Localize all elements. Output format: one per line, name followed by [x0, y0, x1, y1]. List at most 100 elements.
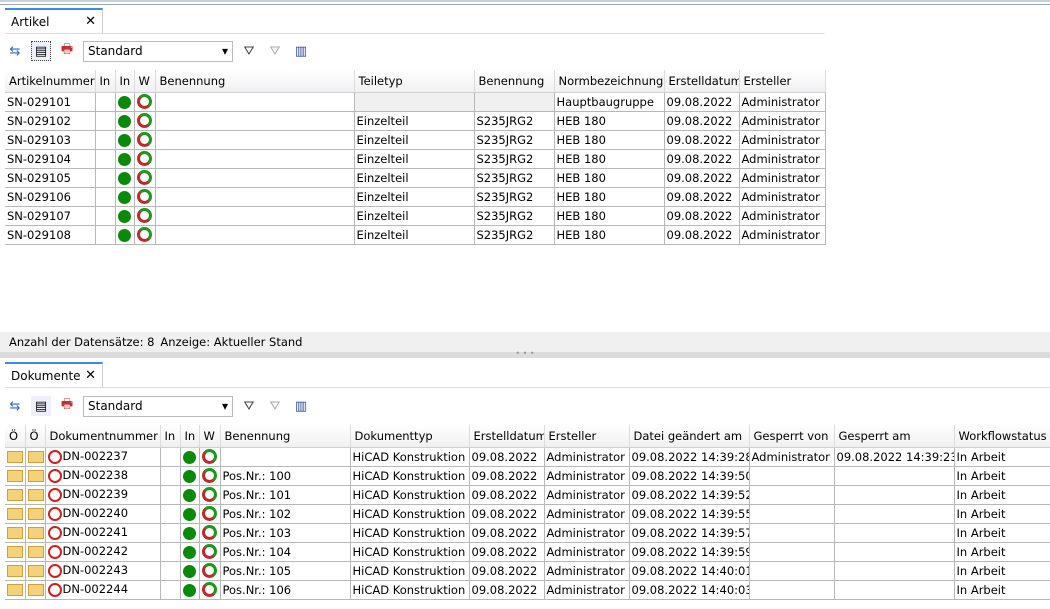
folder-icon[interactable]	[27, 508, 44, 520]
folder-icon[interactable]	[7, 527, 23, 539]
column-header[interactable]: Teiletyp	[354, 70, 475, 93]
column-header[interactable]: Ö	[5, 425, 26, 448]
table-cell: SN-029107	[5, 206, 96, 226]
status-green-icon	[182, 526, 196, 540]
clear-filter-icon[interactable]: ⛛	[265, 41, 285, 61]
cell-text: Administrator	[546, 544, 625, 559]
column-header[interactable]: Benennung	[155, 70, 355, 93]
column-header[interactable]: Dokumenttyp	[350, 425, 470, 448]
table-row[interactable]: DN-002237 HiCAD Konstruktion 09.08.2022 Adm…	[5, 447, 1050, 467]
column-header[interactable]: Normbezeichnung	[554, 70, 665, 93]
columns-icon[interactable]: ▥	[291, 41, 311, 61]
table-row[interactable]: DN-002239 Pos.Nr.: 101 HiCAD Konstruktion 0…	[5, 485, 1050, 505]
column-header[interactable]: W	[199, 425, 221, 448]
preview-icon[interactable]: ▤	[31, 396, 51, 416]
table-cell: Pos.Nr.: 106	[220, 580, 351, 600]
column-header[interactable]: In	[160, 425, 181, 448]
column-header[interactable]: Gesperrt von	[749, 425, 835, 448]
folder-icon[interactable]	[7, 451, 23, 463]
folder-icon[interactable]	[7, 565, 23, 577]
column-header[interactable]: Dokumentnummer	[45, 425, 161, 448]
folder-icon[interactable]	[27, 451, 44, 463]
refresh-icon[interactable]: ⇆	[5, 41, 25, 61]
table-row[interactable]: SN-029107 Einzelteil S235JRG2 HEB 180 09.08.…	[5, 206, 826, 226]
folder-icon[interactable]	[27, 546, 44, 558]
tab-artikel[interactable]: Artikel ✕	[5, 8, 103, 33]
folder-icon[interactable]	[7, 470, 23, 482]
column-header[interactable]: Datei geändert am	[629, 425, 750, 448]
column-header[interactable]: Workflowstatus	[954, 425, 1050, 448]
column-header[interactable]: In	[115, 70, 135, 93]
table-cell: 09.08.2022 14:39:59	[629, 542, 750, 562]
folder-icon[interactable]	[27, 470, 44, 482]
refresh-icon[interactable]: ⇆	[5, 396, 25, 416]
table-cell	[749, 504, 835, 524]
folder-icon[interactable]	[7, 546, 23, 558]
column-header[interactable]: Erstelldatum	[664, 70, 740, 93]
tab-dokumente[interactable]: Dokumente ✕	[5, 362, 103, 387]
column-header[interactable]: Gesperrt am	[834, 425, 955, 448]
table-cell: DN-002241	[45, 523, 161, 543]
column-header[interactable]: Ersteller	[739, 70, 826, 93]
table-row[interactable]: SN-029104 Einzelteil S235JRG2 HEB 180 09.08.…	[5, 149, 826, 169]
folder-icon[interactable]	[7, 489, 23, 501]
table-row[interactable]: DN-002244 Pos.Nr.: 106 HiCAD Konstruktion 0…	[5, 580, 1050, 600]
table-cell: Administrator	[544, 504, 630, 524]
close-icon[interactable]: ✕	[85, 368, 96, 383]
table-row[interactable]: DN-002240 Pos.Nr.: 102 HiCAD Konstruktion 0…	[5, 504, 1050, 524]
view-select[interactable]: Standard ▾	[83, 395, 233, 417]
column-header[interactable]: Benennung	[474, 70, 555, 93]
cell-text: HEB 180	[556, 132, 606, 147]
cell-text: 09.08.2022 14:39:28	[631, 449, 749, 464]
column-header[interactable]: In	[180, 425, 200, 448]
column-header[interactable]: W	[134, 70, 156, 93]
table-row[interactable]: SN-029106 Einzelteil S235JRG2 HEB 180 09.08.…	[5, 187, 826, 207]
table-row[interactable]: DN-002241 Pos.Nr.: 103 HiCAD Konstruktion 0…	[5, 523, 1050, 543]
table-row[interactable]: SN-029105 Einzelteil S235JRG2 HEB 180 09.08.…	[5, 168, 826, 188]
clear-filter-icon[interactable]: ⛛	[265, 396, 285, 416]
folder-icon[interactable]	[27, 527, 44, 539]
table-row[interactable]: SN-029103 Einzelteil S235JRG2 HEB 180 09.08.…	[5, 130, 826, 150]
table-cell: HEB 180	[554, 206, 665, 226]
table-row[interactable]: DN-002238 Pos.Nr.: 100 HiCAD Konstruktion 0…	[5, 466, 1050, 486]
table-cell: In Arbeit	[954, 466, 1050, 486]
table-row[interactable]: DN-002243 Pos.Nr.: 105 HiCAD Konstruktion 0…	[5, 561, 1050, 581]
column-header[interactable]: Benennung	[220, 425, 351, 448]
folder-icon[interactable]	[27, 565, 44, 577]
splitter[interactable]: • • •	[0, 350, 1050, 358]
folder-icon[interactable]	[7, 584, 23, 596]
hicad-document-icon	[47, 449, 62, 464]
table-row[interactable]: SN-029102 Einzelteil S235JRG2 HEB 180 09.08.…	[5, 111, 826, 131]
table-cell: S235JRG2	[474, 111, 555, 131]
cell-text: Einzelteil	[356, 189, 409, 204]
preview-icon[interactable]: ▤	[31, 41, 51, 61]
print-icon[interactable]: 🖶	[57, 41, 77, 61]
table-cell: Administrator	[739, 206, 826, 226]
table-row[interactable]: SN-029101 Hauptbaugruppe 09.08.2022 Adminis…	[5, 92, 826, 112]
print-icon[interactable]: 🖶	[57, 396, 77, 416]
column-header[interactable]: Ö	[25, 425, 46, 448]
filter-icon[interactable]: ⛛	[239, 396, 259, 416]
table-cell: DN-002239	[45, 485, 161, 505]
workflow-icon	[136, 189, 152, 204]
close-icon[interactable]: ✕	[85, 14, 96, 29]
folder-icon[interactable]	[7, 508, 23, 520]
view-select-value: Standard	[88, 399, 143, 413]
column-header[interactable]: Artikelnummer	[5, 70, 96, 93]
workflow-icon	[201, 544, 217, 559]
column-header[interactable]: Ersteller	[544, 425, 630, 448]
table-row[interactable]: SN-029108 Einzelteil S235JRG2 HEB 180 09.08.…	[5, 225, 826, 245]
column-header[interactable]: In	[95, 70, 116, 93]
table-row[interactable]: DN-002242 Pos.Nr.: 104 HiCAD Konstruktion 0…	[5, 542, 1050, 562]
table-cell: In Arbeit	[954, 485, 1050, 505]
view-select[interactable]: Standard ▾	[83, 40, 233, 62]
folder-icon[interactable]	[27, 489, 44, 501]
columns-icon[interactable]: ▥	[291, 396, 311, 416]
table-cell	[834, 580, 955, 600]
cell-text: Pos.Nr.: 100	[222, 468, 292, 483]
status-green-icon	[182, 488, 196, 502]
table-cell: DN-002238	[45, 466, 161, 486]
column-header[interactable]: Erstelldatum	[469, 425, 545, 448]
filter-icon[interactable]: ⛛	[239, 41, 259, 61]
folder-icon[interactable]	[27, 584, 44, 596]
